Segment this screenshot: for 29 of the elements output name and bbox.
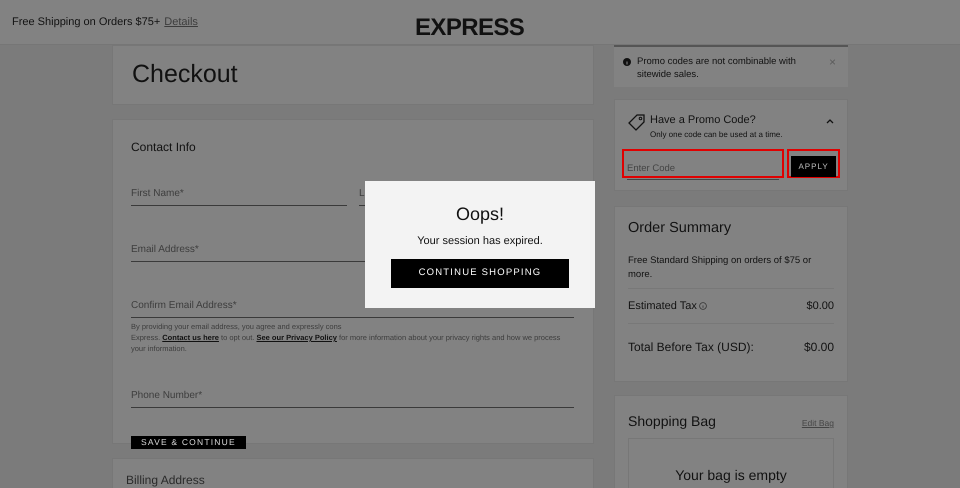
details-link[interactable]: Details	[164, 14, 198, 30]
shipping-promo-text: Free Shipping on Orders $75+	[12, 14, 160, 30]
promo-code-field[interactable]: Enter Code	[622, 148, 784, 178]
summary-label: Total Before Tax (USD):	[628, 338, 754, 356]
edit-bag-link[interactable]: Edit Bag	[802, 417, 834, 430]
tag-icon	[628, 114, 646, 132]
logo: EXPRESS	[415, 13, 524, 43]
order-summary-title: Order Summary	[628, 219, 732, 238]
phone-field[interactable]: Phone Number*	[131, 388, 574, 408]
promo-subtitle: Only one code can be used at a time.	[650, 128, 783, 140]
shopping-bag-title: Shopping Bag	[628, 412, 716, 431]
contact-info-title: Contact Info	[131, 139, 197, 156]
summary-label: Estimated Tax	[628, 298, 697, 314]
notice-text: Promo codes are not combinable with sitewide sales.	[637, 55, 797, 82]
checkout-title: Checkout	[132, 59, 238, 90]
summary-value: $0.00	[806, 298, 834, 314]
chevron-icon[interactable]	[826, 118, 834, 124]
save-continue-button[interactable]: SAVE & CONTINUE	[131, 436, 246, 449]
empty-bag-text: Your bag is empty	[675, 466, 787, 485]
billing-title: Billing Address	[126, 472, 206, 488]
shipping-note: Free Standard Shipping on orders of $75 or more.	[628, 254, 812, 282]
promo-title: Have a Promo Code?	[650, 113, 757, 128]
info-icon	[623, 58, 631, 66]
summary-value: $0.00	[804, 338, 834, 356]
modal-title: Oops!	[456, 203, 504, 226]
info-icon[interactable]	[698, 302, 707, 310]
apply-button[interactable]: APPLY	[791, 156, 836, 177]
continue-shopping-button[interactable]: CONTINUE SHOPPING	[391, 258, 569, 288]
first-name-field[interactable]: First Name*	[131, 186, 347, 206]
